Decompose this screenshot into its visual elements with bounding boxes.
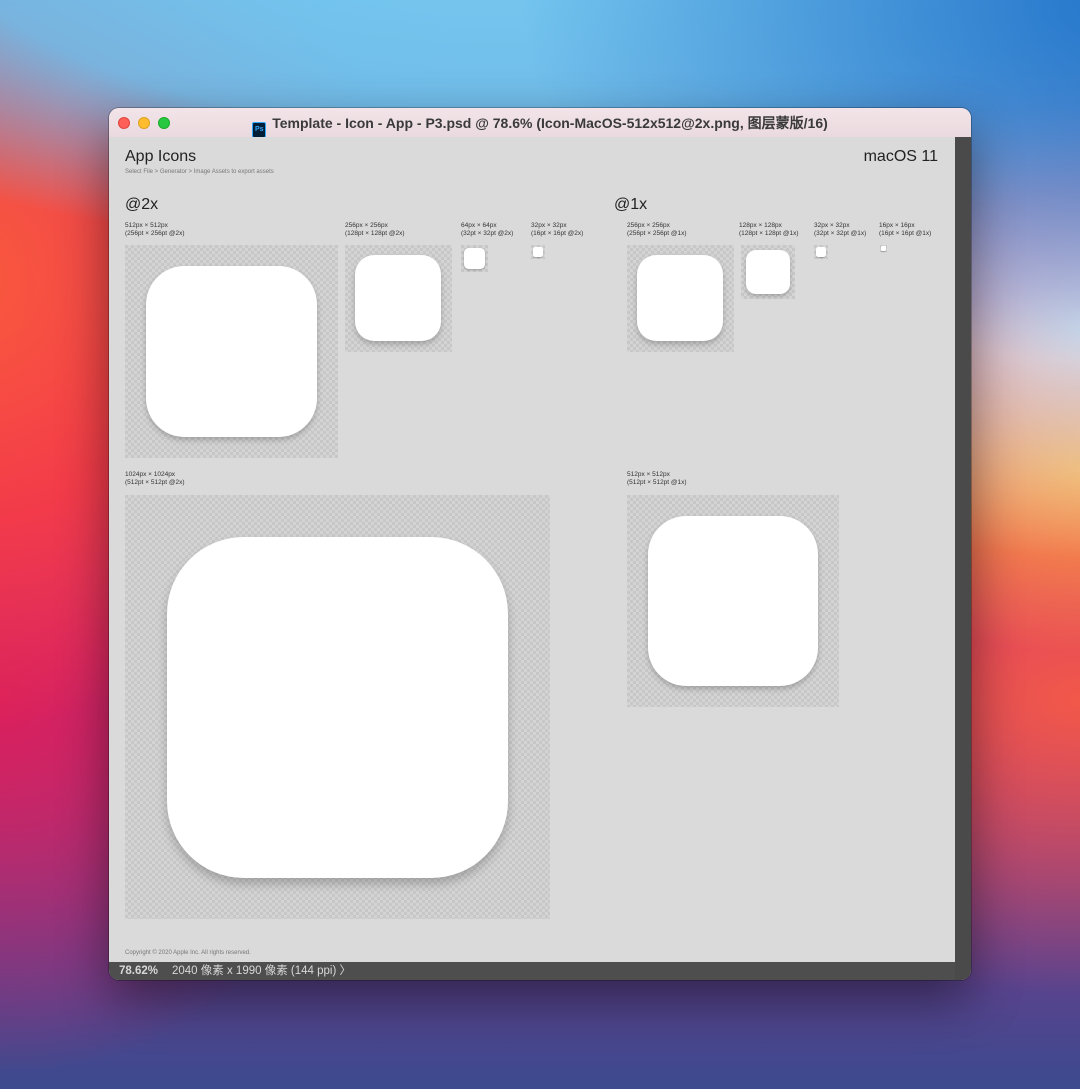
app-icon-1024-2x — [167, 537, 508, 878]
app-icon-32-2x — [533, 247, 543, 257]
page-title: App Icons — [125, 148, 197, 165]
size-label-256-1x: 256px × 256px (256pt × 256pt @1x) — [627, 222, 687, 237]
app-icon-512-1x — [648, 516, 818, 686]
icon-canvas-64-2x — [461, 245, 488, 272]
icon-canvas-16-1x — [880, 245, 887, 252]
icon-canvas-128-1x — [741, 245, 795, 299]
title-bar[interactable]: Ps Template - Icon - App - P3.psd @ 78.6%… — [109, 108, 971, 138]
icon-canvas-32-1x — [814, 245, 828, 259]
zoom-level[interactable]: 78.62% — [119, 962, 158, 980]
document-info[interactable]: 2040 像素 x 1990 像素 (144 ppi) 〉 — [172, 962, 351, 980]
document-canvas[interactable]: App Icons Select File > Generator > Imag… — [109, 137, 955, 962]
icon-canvas-256-1x — [627, 245, 734, 352]
section-title-2x: @2x — [125, 196, 159, 213]
window-title: Template - Icon - App - P3.psd @ 78.6% (… — [272, 115, 828, 131]
app-icon-32-1x — [816, 247, 826, 257]
status-bar: 78.62% 2040 像素 x 1990 像素 (144 ppi) 〉 — [109, 962, 955, 980]
app-icon-128-1x — [746, 250, 790, 294]
icon-canvas-1024-2x — [125, 495, 550, 919]
app-icon-16-1x — [881, 246, 886, 251]
info-menu-arrow-icon[interactable]: 〉 — [339, 965, 351, 977]
icon-canvas-512-2x — [125, 245, 338, 458]
size-label-128-1x: 128px × 128px (128pt × 128pt @1x) — [739, 222, 799, 237]
size-label-16-1x: 16px × 16px (16pt × 16pt @1x) — [879, 222, 932, 237]
section-title-1x: @1x — [614, 196, 648, 213]
icon-canvas-256-2x — [345, 245, 452, 352]
page-subtitle: Select File > Generator > Image Assets t… — [125, 169, 274, 175]
app-icon-512-2x — [146, 266, 317, 437]
app-icon-256-2x — [355, 255, 441, 341]
size-label-32-2x: 32px × 32px (16pt × 16pt @2x) — [531, 222, 584, 237]
platform-label: macOS 11 — [863, 148, 938, 165]
size-label-64-2x: 64px × 64px (32pt × 32pt @2x) — [461, 222, 514, 237]
icon-canvas-512-1x — [627, 495, 839, 707]
photoshop-document-icon: Ps — [252, 122, 267, 138]
size-label-1024-2x: 1024px × 1024px (512pt × 512pt @2x) — [125, 471, 185, 486]
size-label-256-2x: 256px × 256px (128pt × 128pt @2x) — [345, 222, 405, 237]
app-icon-64-2x — [464, 248, 485, 269]
photoshop-window: Ps Template - Icon - App - P3.psd @ 78.6%… — [109, 108, 971, 980]
size-label-512-2x: 512px × 512px (256pt × 256pt @2x) — [125, 222, 185, 237]
icon-canvas-32-2x — [531, 245, 545, 259]
size-label-32-1x: 32px × 32px (32pt × 32pt @1x) — [814, 222, 867, 237]
app-icon-256-1x — [637, 255, 723, 341]
size-label-512-1x: 512px × 512px (512pt × 512pt @1x) — [627, 471, 687, 486]
copyright-text: Copyright © 2020 Apple Inc. All rights r… — [125, 950, 251, 956]
vertical-scrollbar[interactable] — [955, 137, 971, 980]
